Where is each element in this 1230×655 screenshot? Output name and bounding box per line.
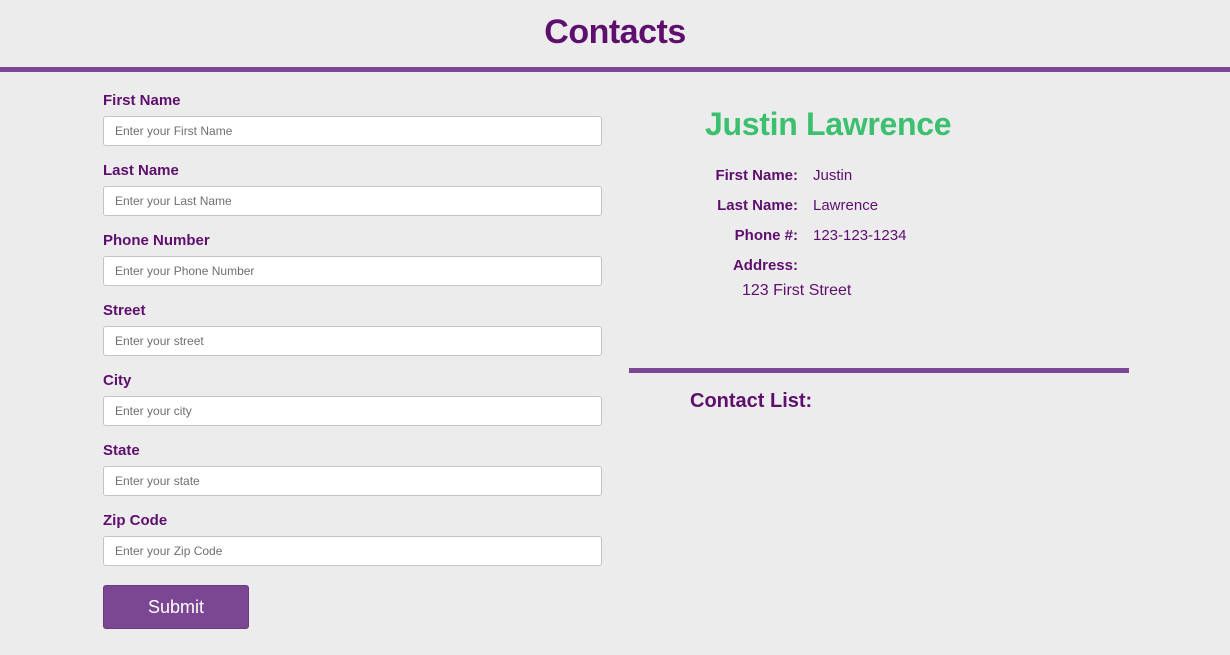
detail-row-address: Address: (629, 250, 1129, 280)
detail-row-phone: Phone #: 123-123-1234 (629, 220, 1129, 250)
street-input[interactable] (103, 326, 602, 356)
last-name-input[interactable] (103, 186, 602, 216)
zip-code-label: Zip Code (103, 512, 168, 529)
zip-code-input[interactable] (103, 536, 602, 566)
detail-key: Phone #: (734, 226, 798, 244)
detail-key: Address: (732, 256, 798, 274)
first-name-field: First Name (103, 91, 602, 161)
last-name-field: Last Name (103, 161, 602, 231)
detail-row-last-name: Last Name: Lawrence (629, 190, 1129, 220)
contact-detail: Justin Lawrence First Name: Justin Last … (629, 106, 1129, 300)
state-field: State (103, 441, 602, 511)
page-header: Contacts (0, 0, 1230, 72)
street-label: Street (103, 302, 146, 319)
page-title: Contacts (544, 13, 686, 51)
phone-number-field: Phone Number (103, 231, 602, 301)
phone-number-input[interactable] (103, 256, 602, 286)
detail-row-first-name: First Name: Justin (629, 160, 1129, 190)
first-name-label: First Name (103, 92, 181, 109)
detail-key: First Name: (715, 166, 798, 184)
zip-code-field: Zip Code (103, 511, 602, 581)
contact-list-title: Contact List: (690, 390, 813, 412)
contact-name-heading: Justin Lawrence (705, 106, 952, 142)
detail-value: 123-123-1234 (813, 226, 907, 244)
submit-button[interactable]: Submit (103, 585, 249, 629)
state-label: State (103, 442, 140, 459)
street-field: Street (103, 301, 602, 371)
city-label: City (103, 372, 132, 389)
state-input[interactable] (103, 466, 602, 496)
detail-value: Justin (813, 166, 853, 184)
section-divider (629, 368, 1129, 373)
first-name-input[interactable] (103, 116, 602, 146)
address-value: 123 First Street (742, 282, 852, 299)
phone-number-label: Phone Number (103, 232, 210, 249)
city-input[interactable] (103, 396, 602, 426)
detail-value: Lawrence (813, 196, 879, 214)
city-field: City (103, 371, 602, 441)
detail-key: Last Name: (717, 196, 798, 214)
contact-form: First Name Last Name Phone Number Street… (103, 91, 602, 629)
last-name-label: Last Name (103, 162, 179, 179)
